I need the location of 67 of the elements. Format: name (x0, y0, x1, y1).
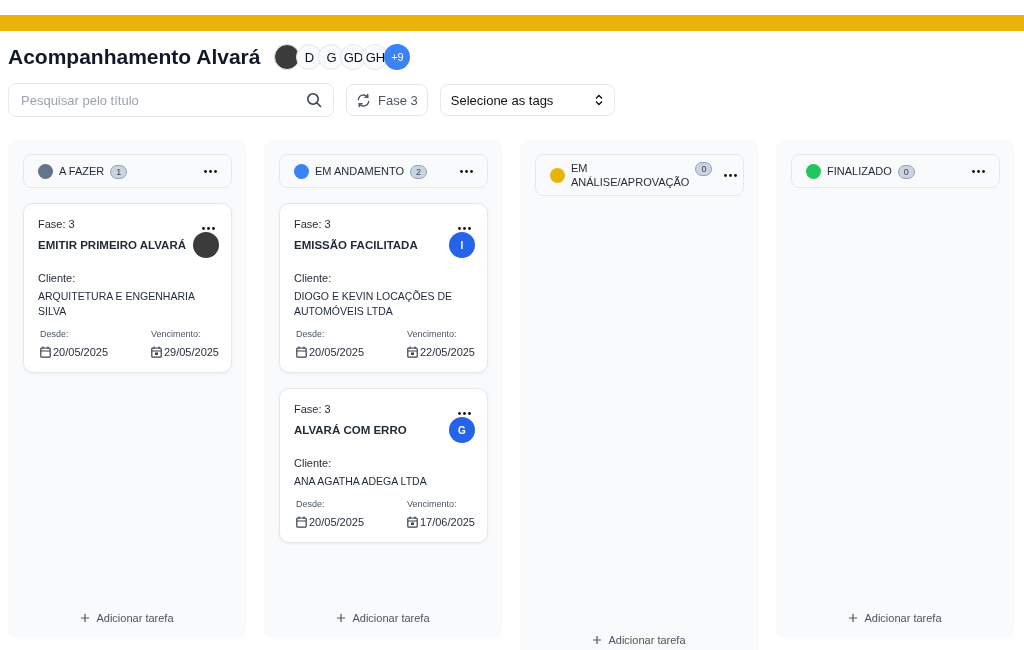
more-icon[interactable] (202, 227, 215, 230)
due-label: Vencimento: (406, 329, 458, 339)
phase-label: Fase: 3 (294, 218, 331, 230)
client-label: Cliente: (38, 272, 77, 284)
plus-icon (849, 614, 858, 622)
task-count: 2 (410, 164, 428, 179)
more-icon[interactable] (204, 169, 217, 173)
task-title: EMISSÃO FACILITADA (294, 239, 418, 251)
more-icon[interactable] (458, 412, 471, 415)
task-card[interactable]: Fase: 3 EMITIR PRIMEIRO ALVARÁ Cliente: ARQUITETURA E ENGENHARIA SILVA Desde: 20/05/2025 Vencimento: 29/05/2025 (23, 203, 232, 373)
plus-icon (81, 614, 90, 622)
column-title: FINALIZADO (827, 164, 892, 178)
task-card[interactable]: Fase: 3 ALVARÁ COM ERRO G Cliente: ANA AGATHA ADEGA LTDA Desde: 20/05/2025 Vencimento: 17/06/2025 (279, 388, 488, 543)
more-icon[interactable] (724, 173, 738, 177)
since-label: Desde: (296, 329, 326, 339)
add-task-button[interactable]: Adicionar tarefa (845, 608, 946, 628)
assignee-avatar: G (449, 417, 475, 443)
client-name: ARQUITETURA E ENGENHARIA SILVA (38, 289, 196, 319)
calendar-icon (40, 346, 51, 358)
task-count: 1 (110, 164, 128, 179)
page-title: Acompanhamento Alvará (8, 45, 261, 69)
due-label: Vencimento: (406, 499, 458, 509)
calendar-icon (150, 346, 162, 358)
client-name: ANA AGATHA ADEGA LTDA (294, 474, 428, 489)
client-name: DIOGO E KEVIN LOCAÇÕES DE AUTOMÓVEIS LTDA (294, 289, 454, 319)
phase-label: Fase: 3 (38, 218, 75, 230)
column-title: EM ANDAMENTO (315, 164, 405, 178)
chevron-up-down-icon (593, 94, 604, 106)
more-icon[interactable] (972, 169, 985, 173)
more-members-badge[interactable]: +9 (384, 44, 411, 70)
phase-button[interactable]: Fase 3 (346, 84, 428, 116)
due-date: 22/05/2025 (419, 346, 475, 358)
add-task-button[interactable]: Adicionar tarefa (77, 608, 178, 628)
since-date: 20/05/2025 (309, 516, 365, 528)
since-label: Desde: (296, 499, 326, 509)
plus-icon (337, 614, 346, 622)
task-count: 0 (897, 164, 915, 179)
tags-select[interactable]: Selecione as tags (439, 84, 615, 116)
since-date: 20/05/2025 (53, 346, 109, 358)
calendar-icon (296, 516, 307, 528)
calendar-icon (296, 346, 307, 358)
add-task-button[interactable]: Adicionar tarefa (333, 608, 434, 628)
due-date: 29/05/2025 (163, 346, 219, 358)
column-title: EM ANÁLISE/APROVAÇÃO (571, 161, 690, 189)
task-title: ALVARÁ COM ERRO (294, 424, 407, 436)
since-date: 20/05/2025 (309, 346, 365, 358)
client-label: Cliente: (294, 272, 333, 284)
task-count: 0 (695, 162, 713, 176)
due-date: 17/06/2025 (419, 516, 475, 528)
column-title: A FAZER (59, 164, 105, 178)
add-task-button[interactable]: Adicionar tarefa (589, 630, 690, 650)
due-label: Vencimento: (150, 329, 202, 339)
avatar-photo-placeholder (193, 232, 219, 258)
more-icon[interactable] (460, 169, 473, 173)
calendar-icon (406, 516, 418, 528)
more-icon[interactable] (458, 227, 471, 230)
search-field[interactable]: Pesquisar pelo título (8, 83, 334, 117)
search-icon (306, 92, 322, 108)
calendar-icon (406, 346, 418, 358)
since-label: Desde: (40, 329, 70, 339)
client-label: Cliente: (294, 457, 333, 469)
assignee-avatar: I (449, 232, 475, 258)
refresh-icon (356, 92, 371, 108)
task-title: EMITIR PRIMEIRO ALVARÁ (38, 239, 186, 251)
plus-icon (593, 636, 602, 644)
phase-label: Fase: 3 (294, 403, 331, 415)
task-card[interactable]: Fase: 3 EMISSÃO FACILITADA I Cliente: DIOGO E KEVIN LOCAÇÕES DE AUTOMÓVEIS LTDA Desde: 20/05/2025 Vencimento: 22/05/2025 (279, 203, 488, 373)
